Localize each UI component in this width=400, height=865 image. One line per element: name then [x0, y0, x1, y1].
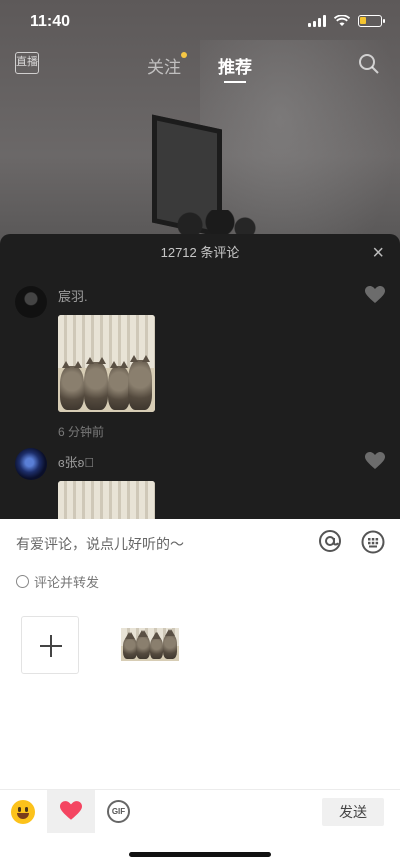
home-indicator [129, 852, 271, 857]
comment-image[interactable] [58, 481, 155, 519]
image-thumbnail[interactable] [121, 628, 179, 661]
gif-icon[interactable]: GIF [107, 800, 130, 823]
battery-icon [358, 15, 385, 27]
avatar[interactable] [15, 286, 47, 318]
heart-icon[interactable] [365, 286, 385, 304]
comment-item[interactable]: ɞ张ʚ゙ [0, 440, 400, 519]
status-time: 11:40 [30, 13, 71, 30]
repost-option[interactable]: 评论并转发 [16, 572, 99, 591]
repost-label: 评论并转发 [34, 575, 100, 590]
comment-username[interactable]: 宸羽. [58, 272, 400, 305]
avatar[interactable] [15, 448, 47, 480]
wifi-icon [334, 15, 350, 26]
cats-image [58, 481, 155, 519]
comments-count: 12712 条评论 [160, 245, 240, 260]
live-icon[interactable]: 直播 [15, 52, 39, 74]
favorites-tab[interactable] [47, 790, 95, 833]
close-icon[interactable]: × [372, 234, 384, 272]
heart-icon [60, 801, 82, 820]
search-icon[interactable] [358, 53, 380, 75]
tab-follow[interactable]: 关注 [147, 53, 181, 78]
keyboard-grid-icon[interactable] [361, 530, 385, 554]
tab-recommend[interactable]: 推荐 [218, 53, 252, 83]
comment-input[interactable] [16, 533, 296, 555]
cats-image [121, 628, 179, 661]
cats-image [58, 315, 155, 412]
status-bar: 11:40 [0, 0, 400, 46]
repost-radio[interactable] [16, 575, 29, 588]
signal-icon [308, 15, 326, 27]
at-mention-icon[interactable] [318, 529, 342, 553]
heart-icon[interactable] [365, 452, 385, 470]
notification-dot [181, 52, 187, 58]
send-button[interactable]: 发送 [322, 798, 384, 826]
comments-header: 12712 条评论 × [0, 234, 400, 272]
comment-username[interactable]: ɞ张ʚ゙ [58, 440, 400, 471]
status-icons [308, 15, 385, 27]
comments-panel: 12712 条评论 × 宸羽. 6 分钟前 ɞ张ʚ゙ [0, 234, 400, 519]
comment-time: 6 分钟前 [58, 425, 105, 439]
top-nav: 直播 关注 推荐 [0, 46, 400, 86]
add-image-button[interactable] [21, 616, 79, 674]
comment-image[interactable] [58, 315, 155, 412]
composer-toolbar: GIF 发送 [0, 789, 400, 833]
comment-item[interactable]: 宸羽. 6 分钟前 [0, 272, 400, 440]
emoji-icon[interactable] [11, 800, 35, 824]
